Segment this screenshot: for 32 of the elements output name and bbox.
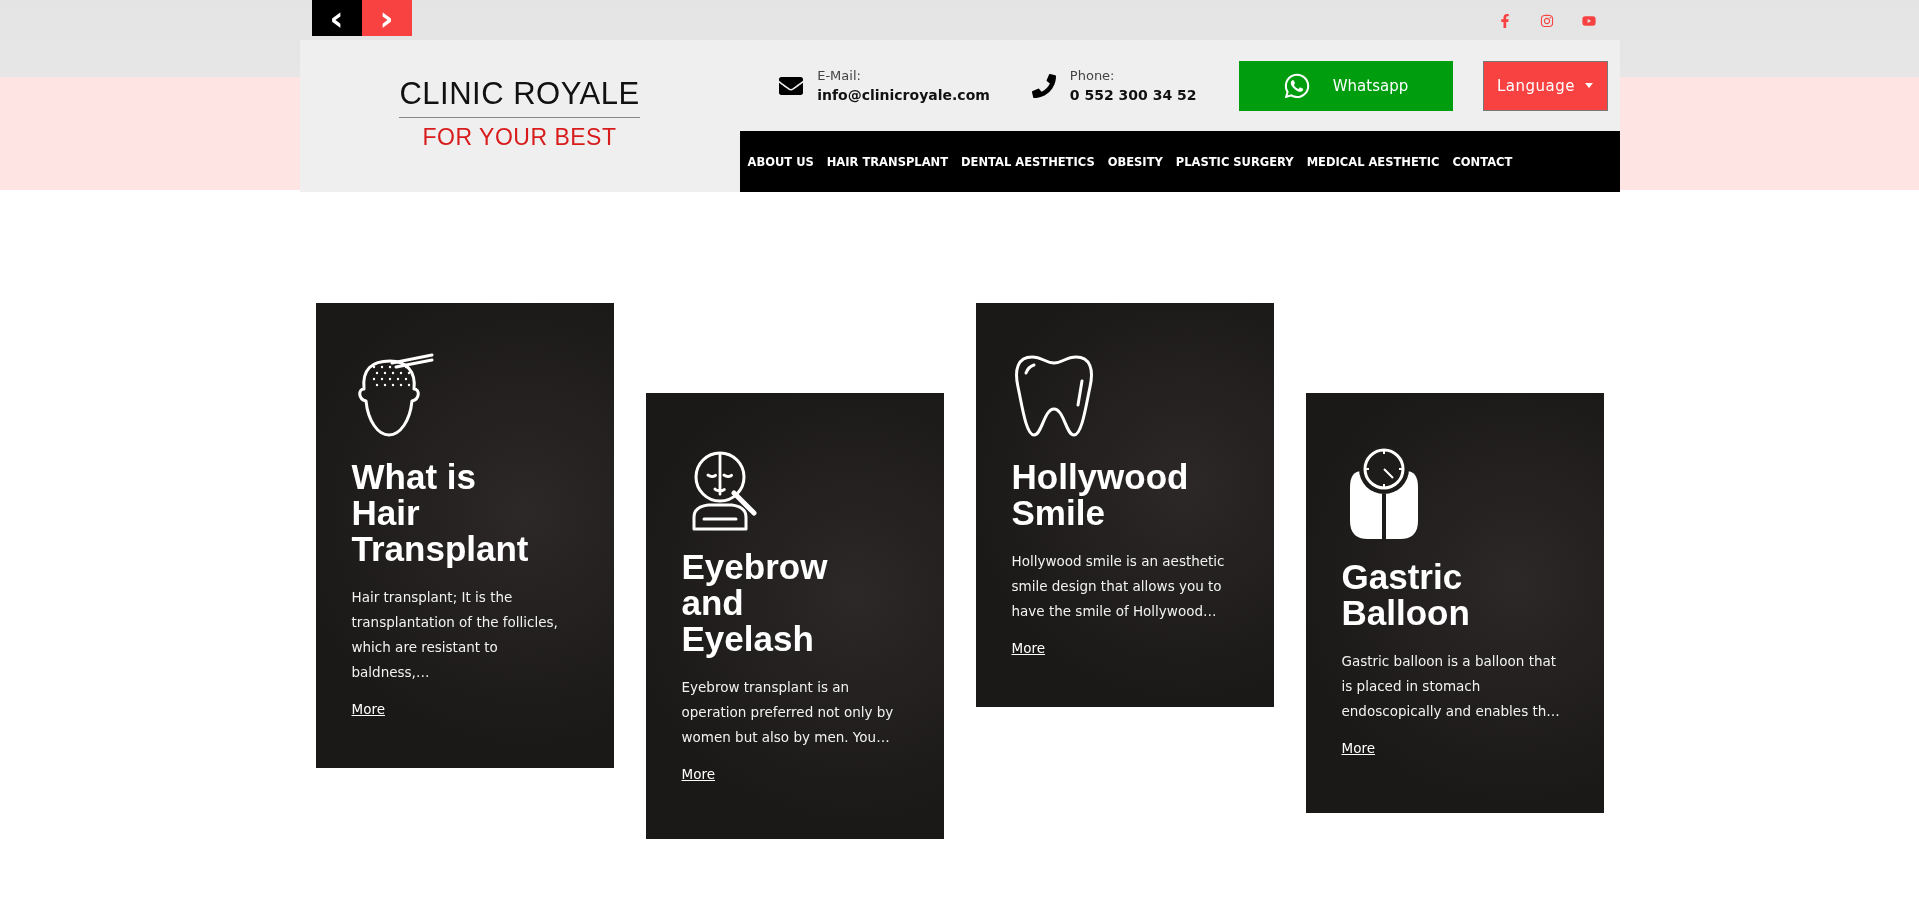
logo-name: CLINIC ROYALE bbox=[399, 77, 640, 118]
card-description: Eyebrow transplant is an operation preferred not only by women but also by men. You… bbox=[681, 678, 895, 747]
card-description: Gastric balloon is a balloon that is placed in stomach endoscopically and enables th… bbox=[1341, 652, 1561, 721]
card-description: Hair transplant; It is the transplantation of the follicles, which are resistant to baldness,… bbox=[351, 588, 559, 682]
caret-icon bbox=[1585, 83, 1593, 88]
instagram-icon[interactable] bbox=[1539, 14, 1554, 28]
card-title: What is Hair Transplant bbox=[351, 459, 529, 567]
nav-link[interactable]: OBESITY bbox=[1107, 154, 1163, 169]
card-title: Eyebrow and Eyelash bbox=[681, 549, 828, 657]
card-title: Gastric Balloon bbox=[1341, 559, 1470, 631]
card-title: Hollywood Smile bbox=[1011, 459, 1189, 531]
nav-link[interactable]: CONTACT bbox=[1452, 154, 1513, 169]
nav-link[interactable]: MEDICAL AESTHETIC bbox=[1306, 154, 1440, 169]
more-link[interactable]: More bbox=[351, 701, 385, 717]
contact-label: E-Mail: bbox=[817, 68, 862, 83]
more-link[interactable]: More bbox=[1341, 740, 1375, 756]
phone-icon bbox=[1031, 73, 1056, 98]
youtube-icon[interactable] bbox=[1581, 14, 1596, 28]
nav-link[interactable]: ABOUT US bbox=[747, 154, 814, 169]
card-description: Hollywood smile is an aesthetic smile design that allows you to have the smile of Hollywood… bbox=[1011, 552, 1226, 621]
contact-value: info@clinicroyale.com bbox=[817, 87, 990, 103]
nav-link[interactable]: DENTAL AESTHETICS bbox=[961, 154, 1095, 169]
nav-link[interactable]: PLASTIC SURGERY bbox=[1175, 154, 1294, 169]
logo-tagline: FOR YOUR BEST bbox=[422, 125, 617, 149]
whatsapp-icon bbox=[1282, 71, 1311, 100]
language-dropdown[interactable]: Language bbox=[1482, 60, 1608, 111]
contact-value: 0 552 300 34 52 bbox=[1069, 87, 1197, 103]
whatsapp-button[interactable]: Whatsapp bbox=[1238, 60, 1453, 111]
more-link[interactable]: More bbox=[681, 766, 715, 782]
contact-label: Phone: bbox=[1069, 68, 1116, 83]
more-link[interactable]: More bbox=[1011, 640, 1045, 656]
nav-link[interactable]: HAIR TRANSPLANT bbox=[826, 154, 949, 169]
